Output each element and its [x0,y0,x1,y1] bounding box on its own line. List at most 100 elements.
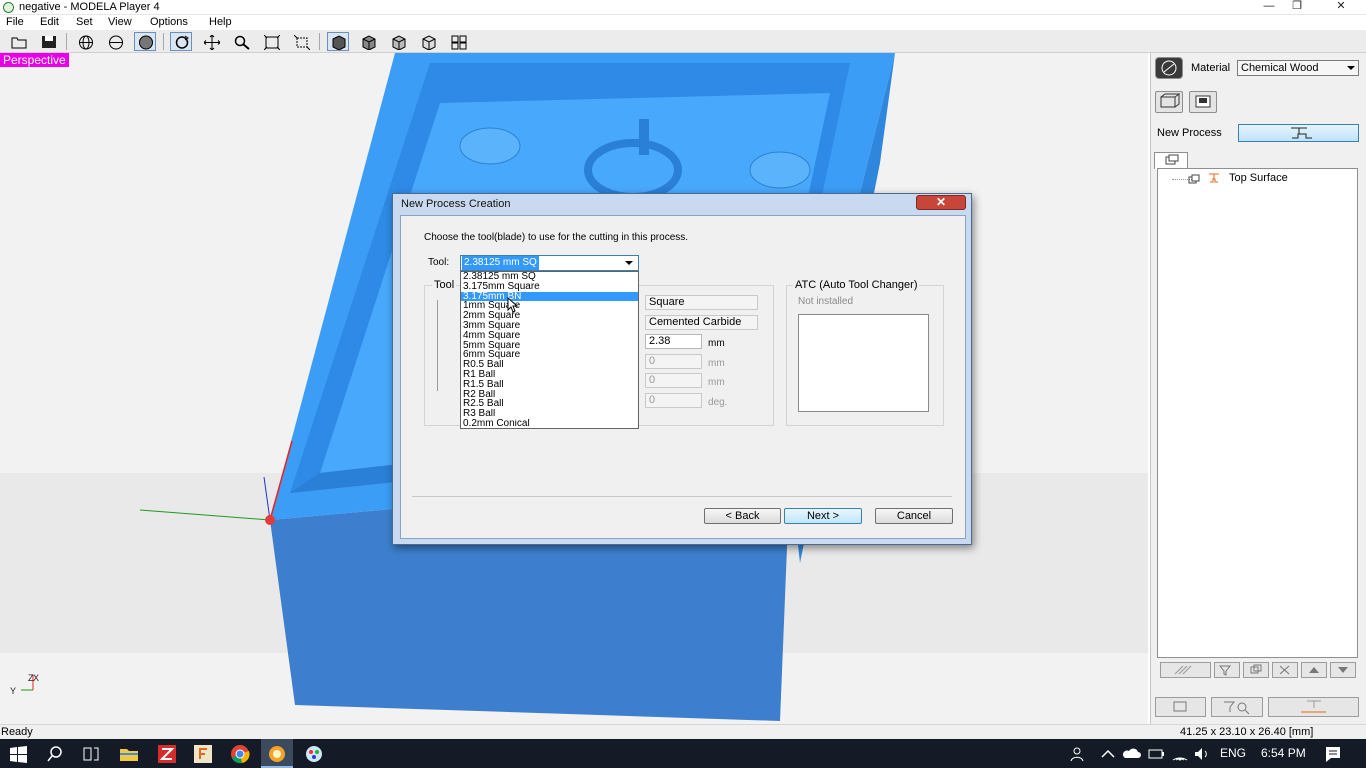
start-icon[interactable] [8,744,28,764]
menu-edit[interactable]: Edit [40,15,59,29]
app-z-icon[interactable] [157,744,177,764]
axis-y-label: Y [10,686,17,696]
tool-label: Tool: [428,257,450,268]
tool-option[interactable]: R1 Ball [461,370,638,380]
chevron-down-icon [1347,66,1355,70]
search-icon[interactable] [45,744,65,764]
close-button[interactable]: ✕ [1326,0,1356,14]
tree-edit-button[interactable] [1160,662,1211,678]
maximize-button[interactable]: ❐ [1283,0,1311,14]
cancel-button[interactable]: Cancel [875,508,953,524]
menu-bar: File Edit Set View Options Help [0,15,1366,30]
volume-icon[interactable] [1192,744,1212,764]
zoom-icon[interactable] [230,32,252,51]
tool-option[interactable]: R2 Ball [461,390,638,400]
cube-back-icon[interactable] [417,32,439,51]
status-bar: Ready 41.25 x 23.10 x 26.40 [mm] [0,724,1366,739]
next-button[interactable]: Next > [784,508,862,524]
open-icon[interactable] [7,32,29,51]
file-explorer-icon[interactable] [119,744,139,764]
dialog-close-button[interactable]: ✕ [916,195,966,210]
material-select[interactable]: Chemical Wood [1237,60,1359,76]
tool-option[interactable]: R1.5 Ball [461,380,638,390]
tool-option[interactable]: 1mm Square [461,301,638,311]
tool-option[interactable]: 2.38125 mm SQ [461,272,638,282]
battery-icon[interactable] [1146,744,1166,764]
tool-field-2: 0 [645,354,702,369]
model-hole-left [459,127,521,165]
tool-option[interactable]: R2.5 Ball [461,399,638,409]
tool-option[interactable]: 2mm Square [461,311,638,321]
tool-material-field: Cemented Carbide [645,315,758,330]
task-view-icon[interactable] [81,744,101,764]
tool-option[interactable]: 3.175mm BN [461,291,638,302]
globe-icon[interactable] [74,32,96,51]
tool-select[interactable]: 2.38125 mm SQ [460,255,639,271]
field-4-unit: deg. [708,397,728,408]
field-2-unit: mm [708,358,725,369]
tree-move-down-button[interactable] [1330,662,1356,678]
tool-option[interactable]: 6mm Square [461,350,638,360]
language-indicator[interactable]: ENG [1220,746,1246,761]
back-button[interactable]: < Back [704,508,781,524]
tool-diameter-field[interactable]: 2.38 [645,334,702,349]
shaded-sphere-icon[interactable] [134,32,156,51]
diameter-unit: mm [708,338,725,349]
pan-icon[interactable] [200,32,222,51]
zoom-box-icon[interactable] [290,32,312,51]
process-view-button[interactable] [1189,91,1217,113]
app-f-icon[interactable] [193,744,213,764]
tool-option[interactable]: 0.2mm Conical [461,419,638,428]
menu-help[interactable]: Help [209,15,232,29]
notifications-icon[interactable] [1323,744,1343,764]
tool-option[interactable]: 3mm Square [461,321,638,331]
tree-filter-button[interactable] [1214,662,1240,678]
cut-button[interactable] [1268,697,1359,717]
model-view-button[interactable] [1155,91,1183,113]
menu-view[interactable]: View [108,15,132,29]
tree-move-up-button[interactable] [1301,662,1327,678]
chevron-up-icon[interactable] [1098,744,1118,764]
people-icon[interactable] [1068,744,1088,764]
minimize-button[interactable]: — [1255,0,1283,14]
tool-option[interactable]: 3.175mm Square [461,282,638,292]
active-app-tab[interactable] [261,739,293,768]
tree-tab[interactable] [1154,152,1188,169]
tree-item-top-surface[interactable]: Top Surface [1229,172,1288,184]
menu-file[interactable]: File [6,15,24,29]
cube-front-icon[interactable] [327,32,349,51]
chevron-down-icon [625,261,633,265]
tool-shape-field: Square [645,295,758,310]
clock[interactable]: 6:54 PM [1261,746,1306,761]
tool-field-4: 0 [645,393,702,408]
material-button[interactable] [1155,57,1183,79]
simulation-button[interactable] [1211,697,1263,717]
preview-button[interactable] [1155,697,1206,717]
menu-options[interactable]: Options [150,15,188,29]
cube-right-icon[interactable] [357,32,379,51]
atc-status: Not installed [798,296,854,307]
menu-set[interactable]: Set [76,15,93,29]
sphere-icon[interactable] [104,32,126,51]
onedrive-icon[interactable] [1122,744,1142,764]
tool-option[interactable]: R0.5 Ball [461,360,638,370]
app-paint-icon[interactable] [304,744,324,764]
process-node-icon [1209,173,1219,183]
cube-left-icon[interactable] [387,32,409,51]
multi-view-icon[interactable] [447,32,469,51]
wifi-icon[interactable] [1170,744,1190,764]
tool-option[interactable]: 5mm Square [461,341,638,351]
mouse-pointer-icon [507,297,519,313]
app-window: negative - MODELA Player 4 — ❐ ✕ File Ed… [0,0,1366,768]
tree-delete-button[interactable] [1272,662,1298,678]
fit-icon[interactable] [260,32,282,51]
tool-option[interactable]: 4mm Square [461,331,638,341]
rotate-icon[interactable] [170,32,192,51]
tool-option[interactable]: R3 Ball [461,409,638,419]
new-process-button[interactable] [1238,124,1359,142]
chrome-icon[interactable] [230,744,250,764]
save-icon[interactable] [37,32,59,51]
tree-copy-button[interactable] [1243,662,1269,678]
axis-x-label: X [33,673,40,683]
tool-dropdown-list: 2.38125 mm SQ 3.175mm Square 3.175mm BN 1mm… [460,271,639,429]
